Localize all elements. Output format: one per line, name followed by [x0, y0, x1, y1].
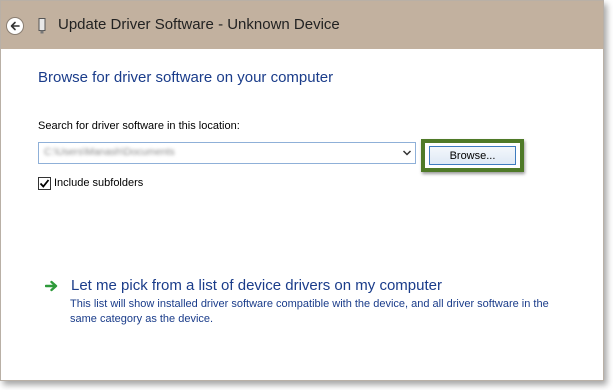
- back-button[interactable]: [6, 17, 24, 35]
- pick-from-list-description: This list will show installed driver sof…: [70, 298, 549, 325]
- back-arrow-icon: [10, 21, 20, 31]
- browse-highlight-frame: Browse...: [421, 139, 524, 172]
- checkmark-icon: [39, 178, 50, 188]
- update-driver-window: Update Driver Software - Unknown Device …: [0, 0, 604, 381]
- device-icon: [38, 18, 46, 34]
- page-heading: Browse for driver software on your compu…: [38, 69, 334, 86]
- title-bar: Update Driver Software - Unknown Device: [1, 1, 603, 49]
- pick-from-list-title[interactable]: Let me pick from a list of device driver…: [71, 277, 442, 294]
- search-location-label: Search for driver software in this locat…: [38, 120, 240, 132]
- green-arrow-icon: [45, 280, 58, 292]
- chevron-down-icon[interactable]: [402, 148, 412, 158]
- include-subfolders-label: Include subfolders: [54, 177, 144, 189]
- path-combobox[interactable]: C:\Users\Manash\Documents: [38, 142, 416, 164]
- window-title: Update Driver Software - Unknown Device: [58, 16, 340, 33]
- include-subfolders-checkbox[interactable]: [38, 176, 51, 190]
- include-subfolders-row[interactable]: Include subfolders: [38, 176, 143, 190]
- path-value: C:\Users\Manash\Documents: [44, 147, 175, 158]
- browse-button[interactable]: Browse...: [429, 146, 516, 165]
